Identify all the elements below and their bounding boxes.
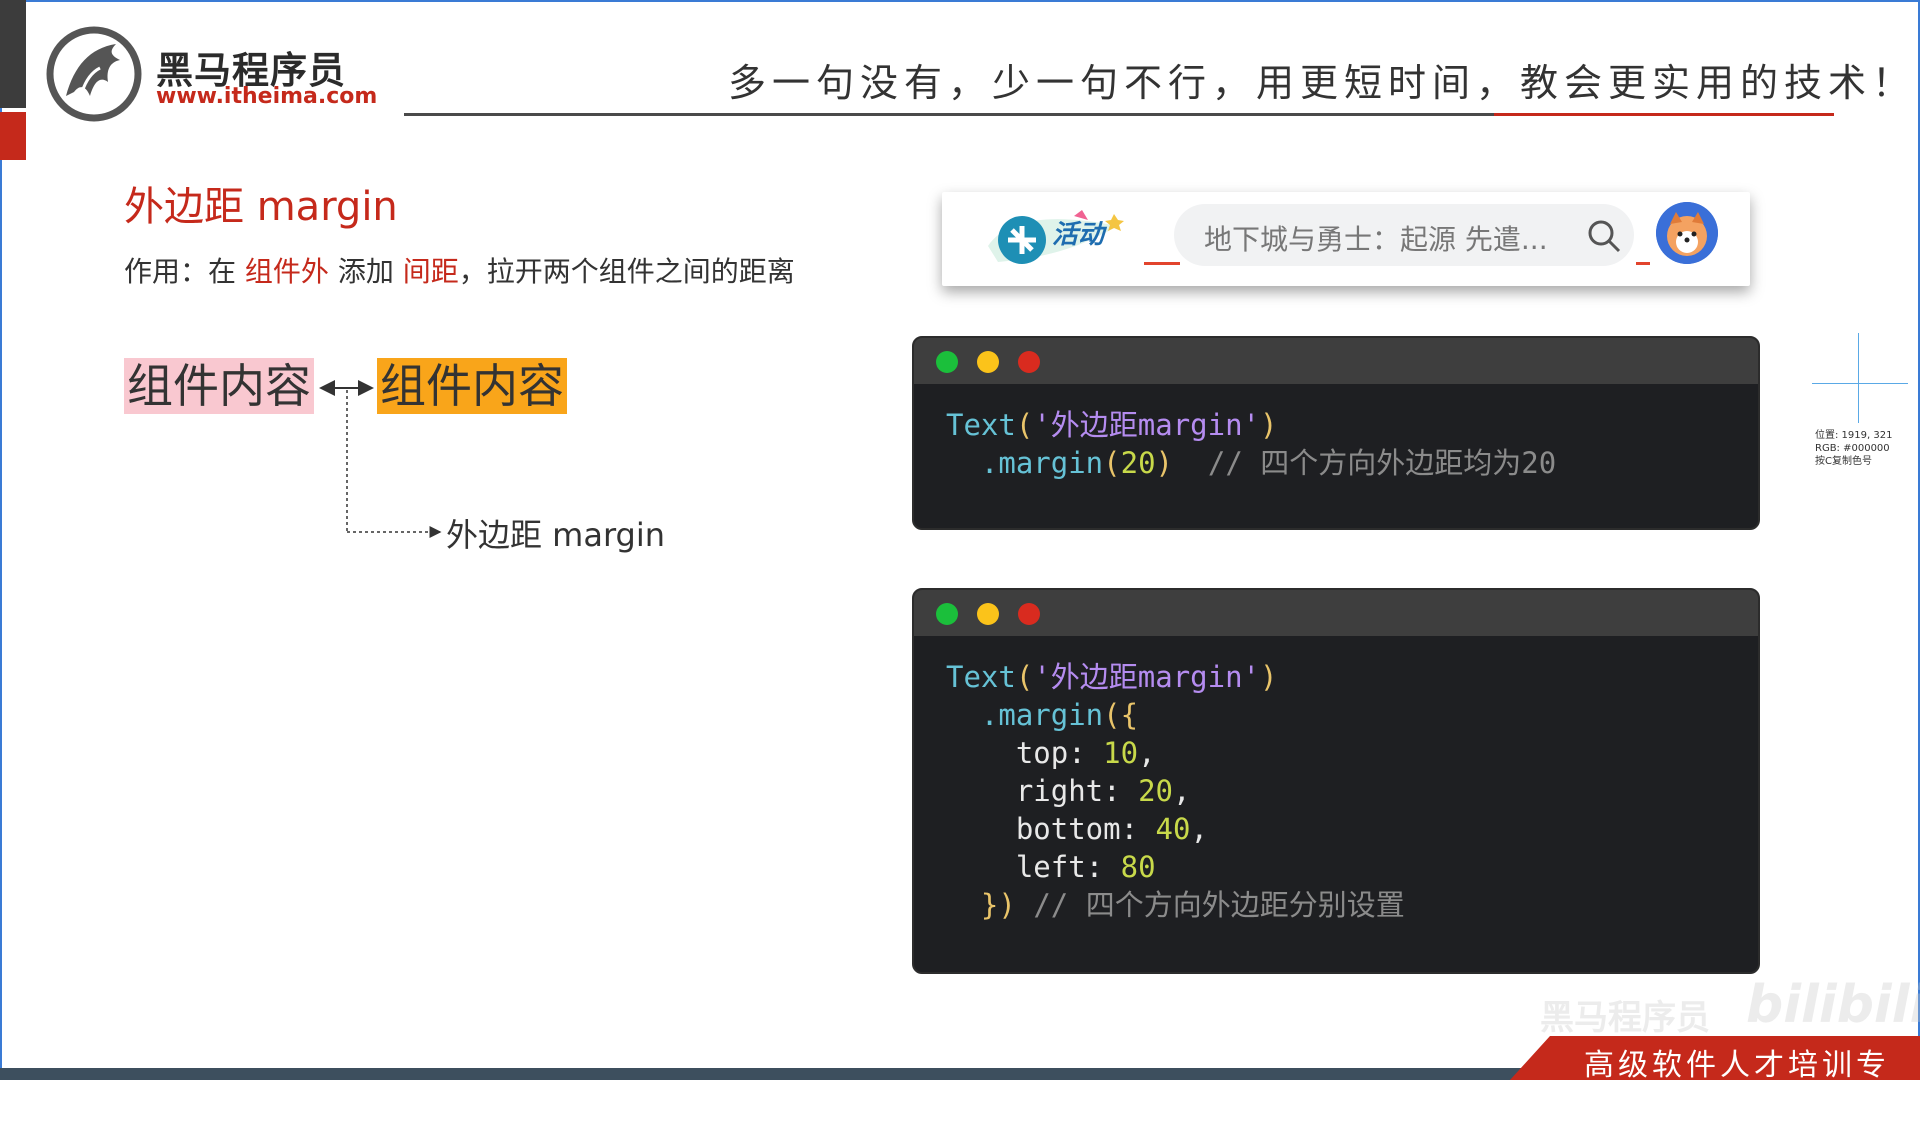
window-dot-green <box>936 351 958 373</box>
code-token: '外边距margin' <box>1033 408 1260 442</box>
code-token: 20 <box>1138 774 1173 808</box>
crosshair-horizontal <box>1812 383 1908 384</box>
cursor-position: 位置: 1919, 321 <box>1815 430 1893 441</box>
side-accent-red <box>0 112 26 160</box>
cursor-rgb: RGB: #000000 <box>1815 443 1890 454</box>
margin-label: 外边距 margin <box>446 516 666 554</box>
header-red-marker <box>1144 262 1180 265</box>
window-dot-yellow <box>977 603 999 625</box>
component-box-2: 组件内容 <box>377 358 567 414</box>
bilibili-watermark: bilibili <box>1746 975 1920 1035</box>
code-token: 80 <box>1120 850 1156 884</box>
search-bar[interactable]: 地下城与勇士：起源 先遣... <box>1174 204 1634 266</box>
code-token: 20 <box>1120 446 1156 480</box>
description-prefix: 作用：在 <box>124 255 245 288</box>
code-token: Text <box>946 408 1016 442</box>
footer-tagline: 高级软件人才培训专家 <box>1584 1048 1890 1127</box>
description-highlight-outside: 组件外 <box>244 255 329 288</box>
window-dot-red <box>1018 351 1040 373</box>
watermark-text: 黑马程序员 <box>1540 998 1710 1038</box>
activity-label[interactable]: 活动 <box>1052 214 1104 251</box>
description: 作用：在 组件外 添加 间距，拉开两个组件之间的距离 <box>124 250 795 290</box>
code-block: Text('外边距margin') .margin(20) // 四个方向外边距… <box>946 408 1557 480</box>
code-comment: // 四个方向外边距分别设置 <box>1033 888 1405 922</box>
avatar[interactable] <box>1656 202 1718 264</box>
code-token: bottom <box>1015 812 1121 846</box>
description-mid: 添加 <box>328 255 403 288</box>
copy-hint: 按C复制色号 <box>1815 456 1872 467</box>
code-window-separate-margin: Text('外边距margin') .margin({ top: 10, rig… <box>912 588 1760 974</box>
search-input[interactable]: 地下城与勇士：起源 先遣... <box>1204 218 1548 258</box>
frame-left-border <box>0 0 2 1080</box>
code-token: 40 <box>1155 812 1191 846</box>
website-header-screenshot: 活动 地下城与勇士：起源 先遣... <box>942 192 1750 286</box>
window-dot-red <box>1018 603 1040 625</box>
code-token: left <box>1015 850 1086 884</box>
code-token: right <box>1015 774 1104 808</box>
code-comment: // 四个方向外边距均为20 <box>1207 446 1557 480</box>
code-window-titlebar <box>914 590 1758 636</box>
horse-logo-icon <box>46 26 142 122</box>
code-window-uniform-margin: Text('外边距margin') .margin(20) // 四个方向外边距… <box>912 336 1760 530</box>
code-token: 10 <box>1103 736 1139 770</box>
logo-url: www.itheima.com <box>156 84 378 109</box>
logo: 黑马程序员 www.itheima.com <box>46 26 378 122</box>
window-dot-green <box>936 603 958 625</box>
shiba-avatar-icon <box>1656 202 1718 264</box>
code-token: .margin <box>980 698 1104 732</box>
code-token: '外边距margin' <box>1033 660 1260 694</box>
code-block: Text('外边距margin') .margin({ top: 10, rig… <box>946 660 1405 922</box>
slogan: 多一句没有，少一句不行，用更短时间，教会更实用的技术！ <box>728 61 1917 105</box>
frame-top-border <box>0 0 1920 2</box>
search-icon[interactable] <box>1586 218 1622 254</box>
side-accent-gray <box>0 0 26 108</box>
code-token: top <box>1015 736 1069 770</box>
description-highlight-spacing: 间距 <box>402 255 459 288</box>
slogan-underline-accent <box>1494 113 1834 116</box>
component-box-1: 组件内容 <box>124 358 314 414</box>
code-token: .margin <box>980 446 1104 480</box>
header-red-marker-2 <box>1636 262 1650 265</box>
code-token: Text <box>946 660 1016 694</box>
window-dot-yellow <box>977 351 999 373</box>
description-suffix: ，拉开两个组件之间的距离 <box>458 255 795 288</box>
crosshair-vertical <box>1858 333 1859 423</box>
color-picker-info: 位置: 1919, 321 RGB: #000000 按C复制色号 <box>1815 429 1892 468</box>
page-title: 外边距 margin <box>124 184 398 230</box>
code-window-titlebar <box>914 338 1758 384</box>
